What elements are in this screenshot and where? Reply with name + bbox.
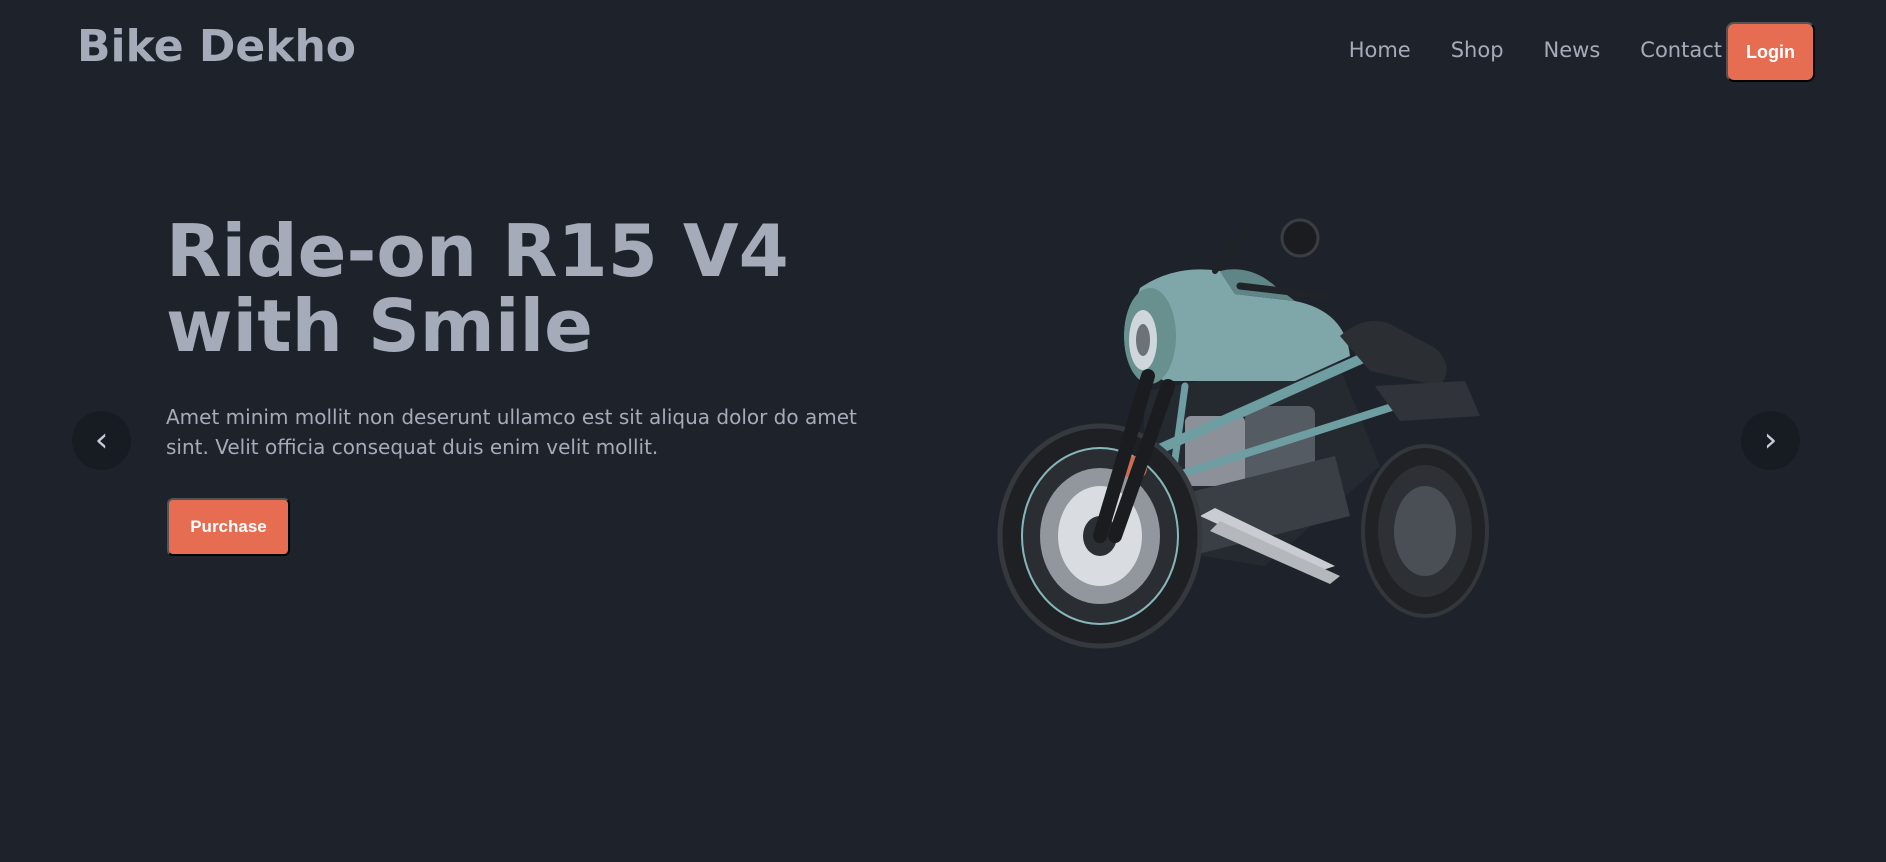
nav-link-news[interactable]: News [1544,38,1601,62]
rear-wheel [1361,444,1489,618]
carousel-next-button[interactable]: › [1741,411,1800,470]
purchase-button[interactable]: Purchase [167,498,290,556]
nav-link-home[interactable]: Home [1349,38,1411,62]
hero-title: Ride-on R15 V4 with Smile [166,214,789,364]
hero-title-line-2: with Smile [166,284,594,368]
login-button[interactable]: Login [1726,22,1815,82]
brand-logo[interactable]: Bike Dekho [77,21,356,72]
hero-description: Amet minim mollit non deserunt ullamco e… [166,405,857,459]
chevron-right-icon: › [1763,420,1778,460]
nav-link-contact[interactable]: Contact [1640,38,1722,62]
carousel-prev-button[interactable]: ‹ [72,411,131,470]
chevron-left-icon: ‹ [94,420,109,460]
main-nav: Home Shop News Contact [1349,38,1722,62]
nav-link-shop[interactable]: Shop [1451,38,1504,62]
hero-title-line-1: Ride-on R15 V4 [166,209,789,293]
navbar: Bike Dekho Home Shop News Contact Login [0,0,1886,104]
motorcycle-image [997,218,1489,649]
